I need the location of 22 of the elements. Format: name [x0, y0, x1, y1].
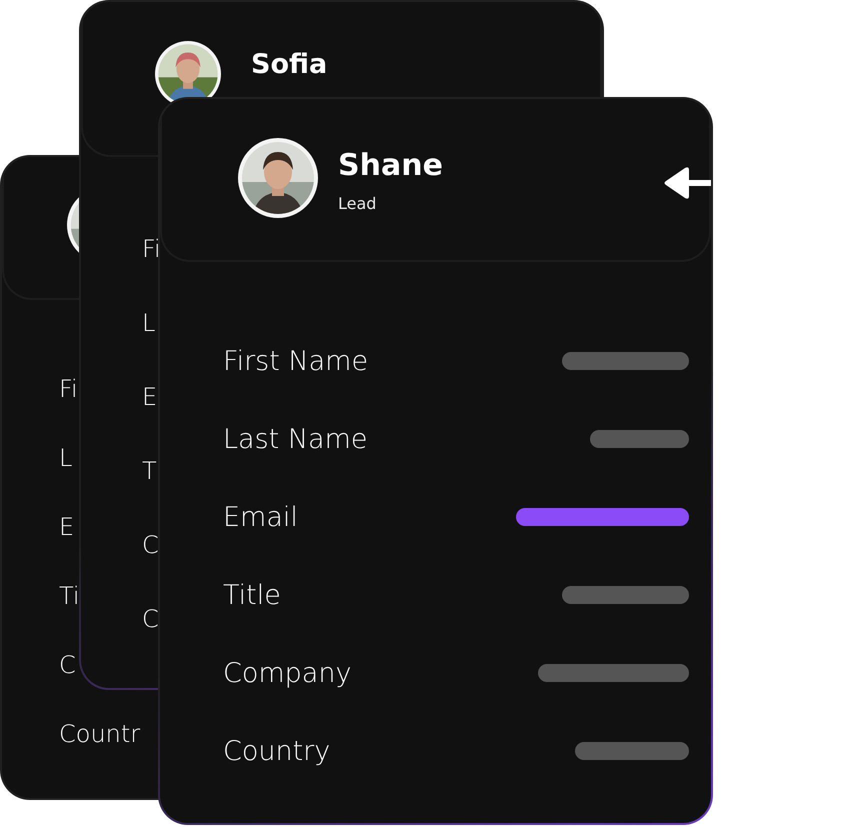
field-label: Country — [223, 736, 330, 766]
field-label: Last Name — [223, 424, 368, 454]
person-name: Shane — [338, 148, 443, 184]
field-label: Title — [223, 580, 281, 610]
field-label: E — [142, 383, 158, 411]
field-label: C — [142, 531, 159, 559]
field-label: First Name — [223, 346, 368, 376]
field-label: Email — [223, 502, 298, 532]
person-role: Lead — [338, 194, 378, 213]
field-label: Ti — [59, 582, 80, 610]
field-label: C — [142, 605, 159, 633]
field-label: T — [142, 457, 157, 485]
field-label: L — [59, 444, 72, 472]
field-label: Company — [223, 658, 352, 688]
person-name: Sofia — [251, 48, 328, 82]
field-label: L — [142, 309, 156, 337]
field-label: Fi — [142, 235, 161, 263]
field-label: E — [59, 512, 74, 540]
field-label: Fi — [59, 374, 78, 402]
field-label: Countr — [59, 720, 140, 748]
arrow-icon — [663, 165, 711, 201]
field-label: C — [59, 650, 76, 678]
